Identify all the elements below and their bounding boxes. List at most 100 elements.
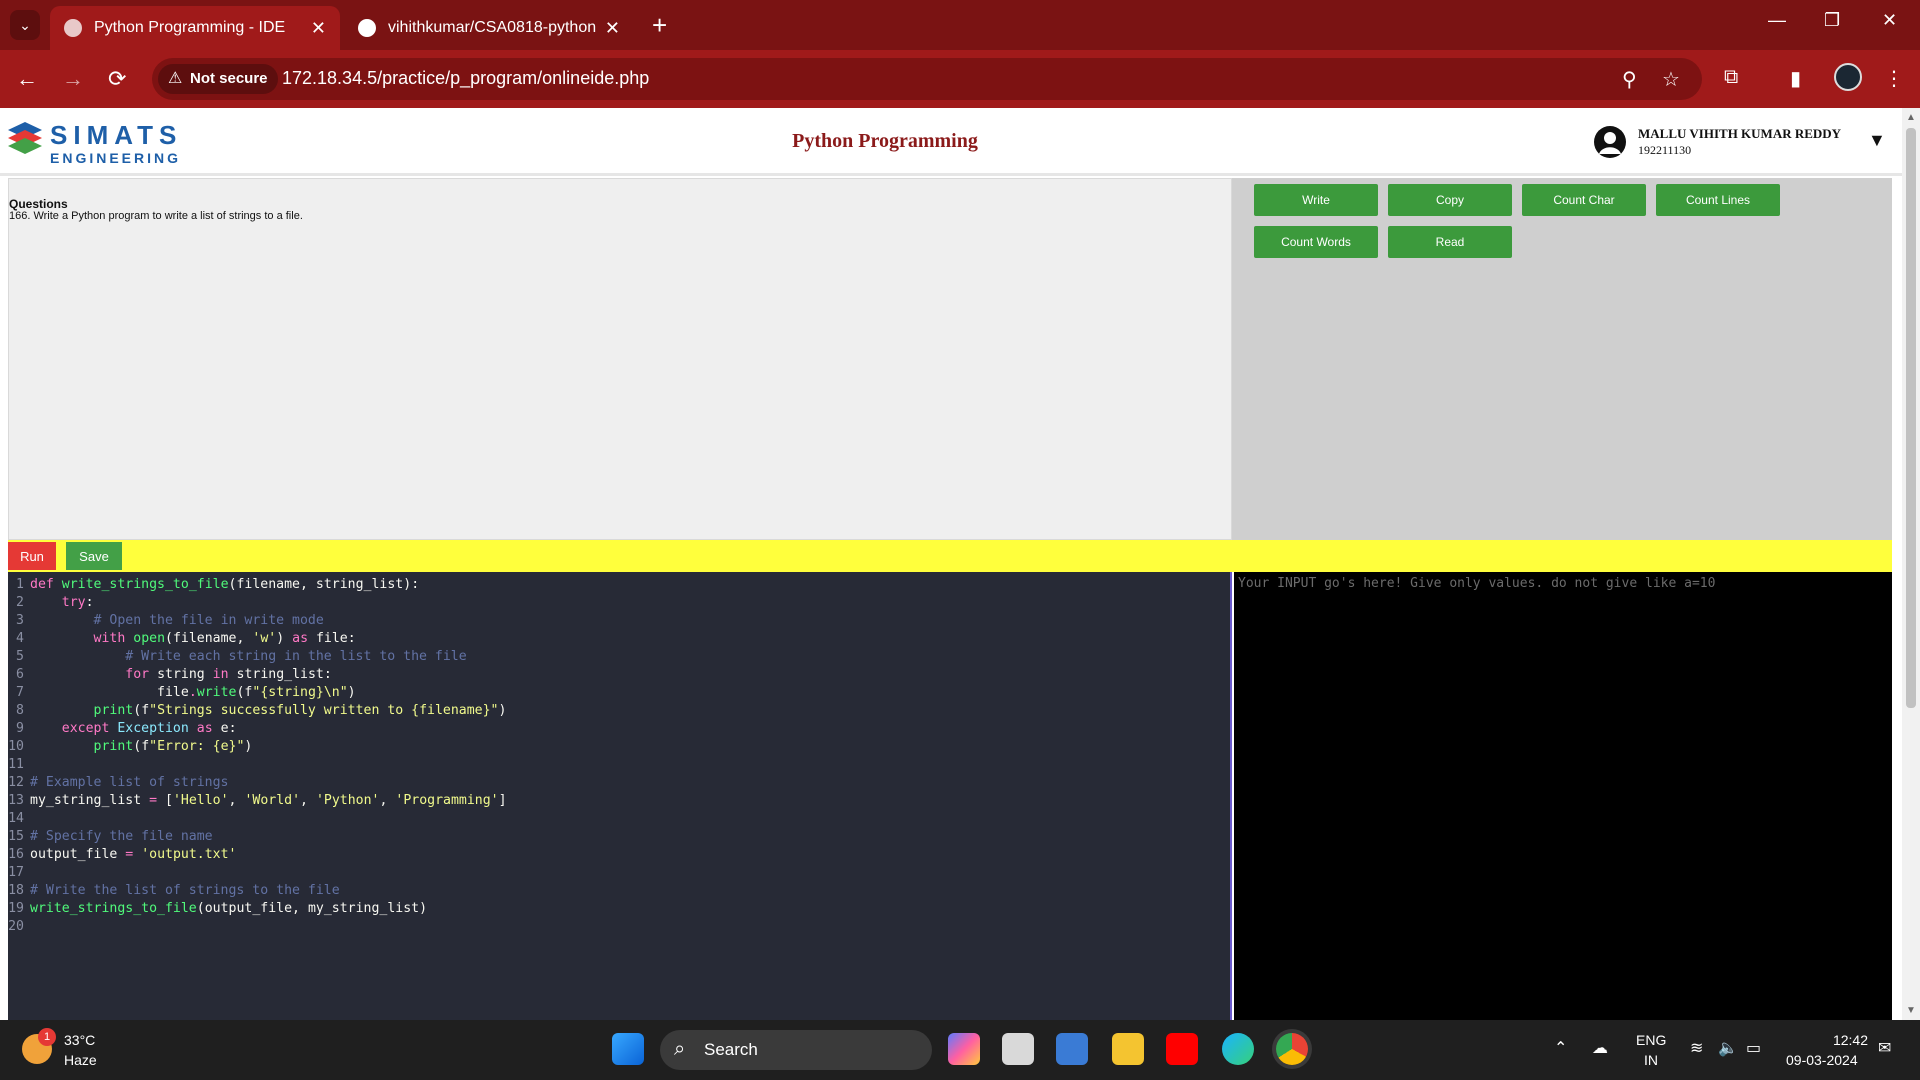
zoom-icon[interactable]: ⚲: [1622, 67, 1637, 92]
back-icon[interactable]: ←: [16, 66, 38, 92]
close-tab-icon[interactable]: ✕: [311, 18, 326, 39]
file-explorer-icon[interactable]: [1112, 1033, 1144, 1065]
code-line[interactable]: 15 # Specify the file name: [8, 828, 507, 846]
minimize-icon[interactable]: —: [1768, 10, 1786, 31]
code-line[interactable]: 10 print(f"Error: {e}"): [8, 738, 507, 756]
close-tab-icon[interactable]: ✕: [605, 18, 620, 39]
write-button[interactable]: Write: [1254, 184, 1378, 216]
tab-title: Python Programming - IDE: [94, 19, 286, 36]
tab-title: vihithkumar/CSA0818-python: [388, 19, 597, 36]
security-indicator[interactable]: ⚠ Not secure: [158, 64, 278, 94]
restore-icon[interactable]: ❐: [1824, 10, 1840, 31]
code-line[interactable]: 8 print(f"Strings successfully written t…: [8, 702, 507, 720]
extensions-icon[interactable]: ⧉: [1724, 66, 1738, 89]
edge-icon[interactable]: [1222, 1033, 1254, 1065]
clock-date[interactable]: 09-03-2024: [1786, 1052, 1858, 1068]
weather-condition[interactable]: Haze: [64, 1052, 97, 1068]
code-line[interactable]: 9 except Exception as e:: [8, 720, 507, 738]
copy-button[interactable]: Copy: [1388, 184, 1512, 216]
code-lines[interactable]: 1 def write_strings_to_file(filename, str…: [8, 576, 507, 936]
read-button[interactable]: Read: [1388, 226, 1512, 258]
save-button[interactable]: Save: [66, 542, 122, 570]
page-scrollbar[interactable]: ▲ ▼: [1902, 108, 1920, 1020]
code-text[interactable]: # Example list of strings: [30, 774, 229, 792]
code-line[interactable]: 18 # Write the list of strings to the fil…: [8, 882, 507, 900]
scroll-up-icon[interactable]: ▲: [1906, 112, 1916, 123]
code-line[interactable]: 13 my_string_list = ['Hello', 'World', 'P…: [8, 792, 507, 810]
github-icon: [358, 19, 376, 37]
side-panel-icon[interactable]: ▮: [1790, 66, 1801, 91]
code-line[interactable]: 6 for string in string_list:: [8, 666, 507, 684]
taskbar-search[interactable]: ⌕ Search: [660, 1030, 932, 1070]
tab-python-ide[interactable]: Python Programming - IDE ✕: [50, 6, 340, 50]
code-line[interactable]: 17: [8, 864, 507, 882]
copilot-icon[interactable]: [948, 1033, 980, 1065]
code-line[interactable]: 11: [8, 756, 507, 774]
tab-search-button[interactable]: ⌄: [10, 10, 40, 40]
code-line[interactable]: 4 with open(filename, 'w') as file:: [8, 630, 507, 648]
youtube-icon[interactable]: [1166, 1033, 1198, 1065]
language-indicator[interactable]: ENG: [1636, 1032, 1666, 1048]
count-char-button[interactable]: Count Char: [1522, 184, 1646, 216]
new-tab-icon[interactable]: +: [652, 10, 667, 41]
code-line[interactable]: 5 # Write each string in the list to the…: [8, 648, 507, 666]
wifi-icon[interactable]: ≋: [1690, 1038, 1703, 1058]
omnibox[interactable]: ⚠ Not secure 172.18.34.5/practice/p_prog…: [152, 58, 1702, 100]
line-number: 20: [8, 919, 24, 934]
code-text[interactable]: print(f"Error: {e}"): [30, 738, 253, 756]
count-words-button[interactable]: Count Words: [1254, 226, 1378, 258]
tab-github[interactable]: vihithkumar/CSA0818-python ✕: [344, 6, 634, 50]
code-text[interactable]: # Write the list of strings to the file: [30, 882, 340, 900]
code-text[interactable]: # Write each string in the list to the f…: [30, 648, 466, 666]
code-line[interactable]: 3 # Open the file in write mode: [8, 612, 507, 630]
code-text[interactable]: def write_strings_to_file(filename, stri…: [30, 576, 419, 594]
windows-start-icon[interactable]: [612, 1033, 644, 1065]
onedrive-icon[interactable]: ☁: [1592, 1038, 1608, 1058]
code-line[interactable]: 2 try:: [8, 594, 507, 612]
user-menu-caret-icon[interactable]: ▼: [1868, 130, 1886, 151]
run-button[interactable]: Run: [8, 542, 56, 570]
profile-avatar[interactable]: [1834, 63, 1862, 91]
code-line[interactable]: 14: [8, 810, 507, 828]
scroll-down-icon[interactable]: ▼: [1906, 1005, 1916, 1016]
bookmark-star-icon[interactable]: ☆: [1662, 67, 1680, 92]
code-text[interactable]: print(f"Strings successfully written to …: [30, 702, 507, 720]
code-text[interactable]: except Exception as e:: [30, 720, 237, 738]
code-text[interactable]: write_strings_to_file(output_file, my_st…: [30, 900, 427, 918]
code-text[interactable]: with open(filename, 'w') as file:: [30, 630, 356, 648]
code-line[interactable]: 7 file.write(f"{string}\n"): [8, 684, 507, 702]
clock-time[interactable]: 12:42: [1828, 1032, 1868, 1048]
code-text[interactable]: # Open the file in write mode: [30, 612, 324, 630]
close-window-icon[interactable]: ✕: [1882, 10, 1897, 31]
reload-icon[interactable]: ⟳: [108, 66, 126, 92]
show-hidden-icons-icon[interactable]: ⌃: [1554, 1038, 1567, 1058]
line-number: 15: [8, 829, 24, 844]
count-lines-button[interactable]: Count Lines: [1656, 184, 1780, 216]
scrollbar-thumb[interactable]: [1906, 128, 1916, 708]
code-line[interactable]: 12 # Example list of strings: [8, 774, 507, 792]
page-header: SIMATS ENGINEERING Python Programming MA…: [0, 108, 1902, 176]
code-line[interactable]: 19 write_strings_to_file(output_file, my_…: [8, 900, 507, 918]
code-text[interactable]: file.write(f"{string}\n"): [30, 684, 356, 702]
chrome-icon[interactable]: [1276, 1033, 1308, 1065]
code-line[interactable]: 1 def write_strings_to_file(filename, str…: [8, 576, 507, 594]
stdin-input-area[interactable]: Your INPUT go's here! Give only values. …: [1234, 572, 1892, 1020]
microsoft-store-icon[interactable]: [1056, 1033, 1088, 1065]
code-text[interactable]: for string in string_list:: [30, 666, 332, 684]
code-text[interactable]: my_string_list = ['Hello', 'World', 'Pyt…: [30, 792, 507, 810]
code-text[interactable]: try:: [30, 594, 94, 612]
volume-muted-icon[interactable]: 🔈: [1718, 1038, 1738, 1058]
code-text[interactable]: # Specify the file name: [30, 828, 213, 846]
forward-icon[interactable]: →: [62, 66, 84, 92]
code-line[interactable]: 20: [8, 918, 507, 936]
battery-icon[interactable]: ▭: [1746, 1038, 1761, 1058]
url-text[interactable]: 172.18.34.5/practice/p_program/onlineide…: [282, 68, 649, 89]
region-indicator[interactable]: IN: [1644, 1052, 1658, 1068]
weather-temperature[interactable]: 33°C: [64, 1032, 95, 1048]
code-line[interactable]: 16 output_file = 'output.txt': [8, 846, 507, 864]
notifications-icon[interactable]: ✉: [1878, 1038, 1891, 1058]
code-editor[interactable]: 1 def write_strings_to_file(filename, str…: [8, 572, 1232, 1020]
browser-menu-icon[interactable]: ⋮: [1884, 66, 1904, 91]
code-text[interactable]: output_file = 'output.txt': [30, 846, 236, 864]
task-view-icon[interactable]: [1002, 1033, 1034, 1065]
